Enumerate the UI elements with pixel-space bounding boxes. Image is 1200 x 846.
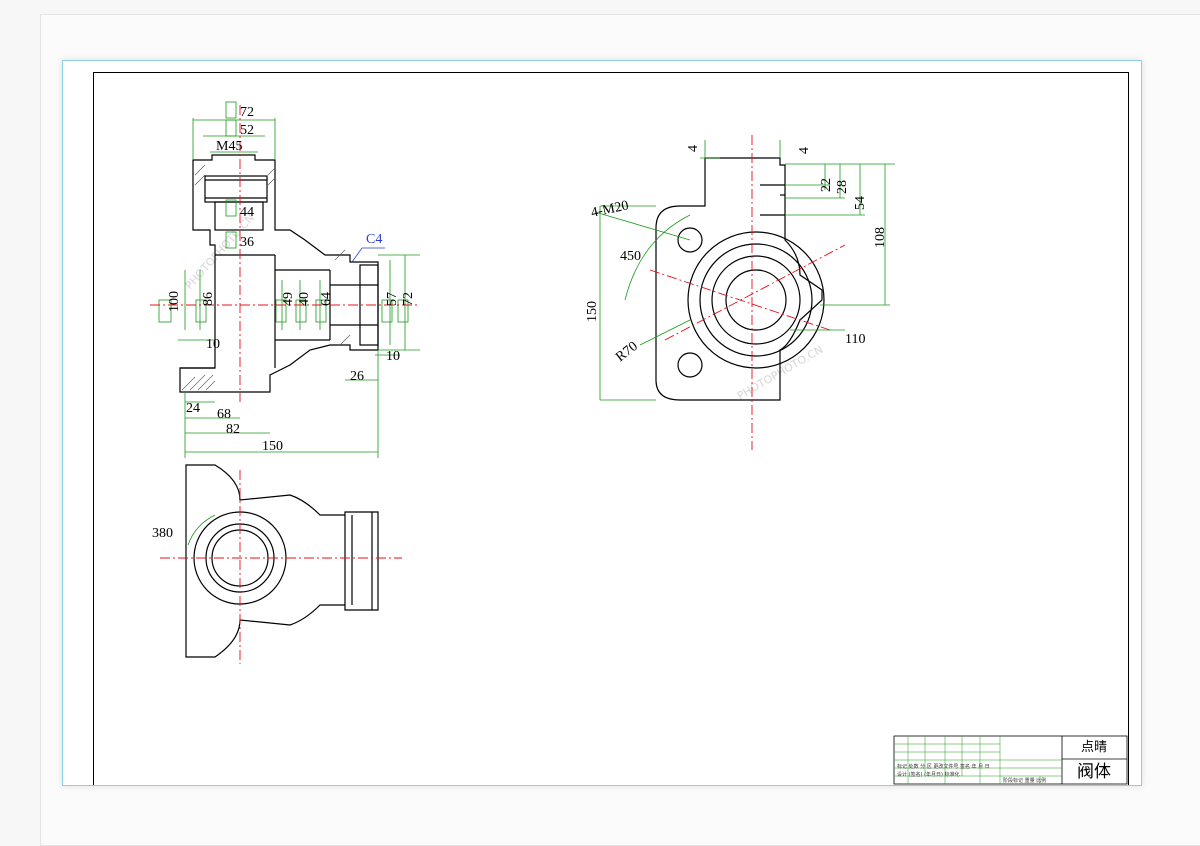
title-block-revision-row: 标记 处数 分 区 更改文件号 签名 年 月 日 xyxy=(897,764,990,770)
dim-m45: M45 xyxy=(216,139,242,154)
front-view xyxy=(179,154,379,393)
dim-40: 40 xyxy=(297,292,312,306)
side-view-dimensions xyxy=(594,140,895,401)
dim-64: 64 xyxy=(319,292,334,306)
dim-4-right: 4 xyxy=(797,147,812,154)
top-view xyxy=(185,464,379,658)
dim-28: 28 xyxy=(835,180,850,194)
dim-110: 110 xyxy=(845,332,865,347)
dim-4-m20: 4-M20 xyxy=(590,198,630,221)
title-block-stage-row: 阶段标记 重量 比例 xyxy=(1003,778,1047,784)
dim-57: 57 xyxy=(385,292,400,306)
dim-52-front: 52 xyxy=(240,123,254,138)
front-view-centerlines xyxy=(150,105,420,402)
dim-54: 54 xyxy=(853,196,868,210)
dim-22: 22 xyxy=(819,178,834,192)
dim-108: 108 xyxy=(873,227,888,248)
watermark-left: PHOTOPHOTO.CN xyxy=(183,211,257,292)
dim-86: 86 xyxy=(201,292,216,306)
dim-150-front: 150 xyxy=(262,439,283,454)
dim-10-left: 10 xyxy=(206,337,220,352)
dim-100: 100 xyxy=(167,291,182,312)
technical-drawing: 72 52 M45 4 4 36 C4 100 86 49 40 64 57 72… xyxy=(150,101,1128,785)
dim-68: 68 xyxy=(217,407,231,422)
side-view-centerlines xyxy=(649,135,846,450)
dim-36: 36 xyxy=(240,235,254,250)
dim-450: 450 xyxy=(620,249,641,264)
dim-26: 26 xyxy=(350,369,364,384)
dim-49: 49 xyxy=(281,292,296,306)
dim-72-right: 72 xyxy=(401,292,416,306)
dim-380: 380 xyxy=(152,526,173,541)
title-block-design-row: 设计 (签名) (年月日) 标准化 xyxy=(897,772,960,778)
title-block-company: 点晴 xyxy=(1080,740,1107,755)
dim-c4: C4 xyxy=(366,232,382,247)
dim-72-front: 72 xyxy=(240,105,254,120)
dim-r70: R70 xyxy=(613,339,641,365)
dim-82: 82 xyxy=(226,422,240,437)
title-block-part-name: 阀体 xyxy=(1077,762,1111,782)
dim-150-side: 150 xyxy=(585,301,600,322)
dim-4-left: 4 xyxy=(686,145,701,152)
dim-10-right: 10 xyxy=(386,349,400,364)
top-view-centerlines xyxy=(160,470,402,664)
dim-24: 24 xyxy=(186,401,200,416)
